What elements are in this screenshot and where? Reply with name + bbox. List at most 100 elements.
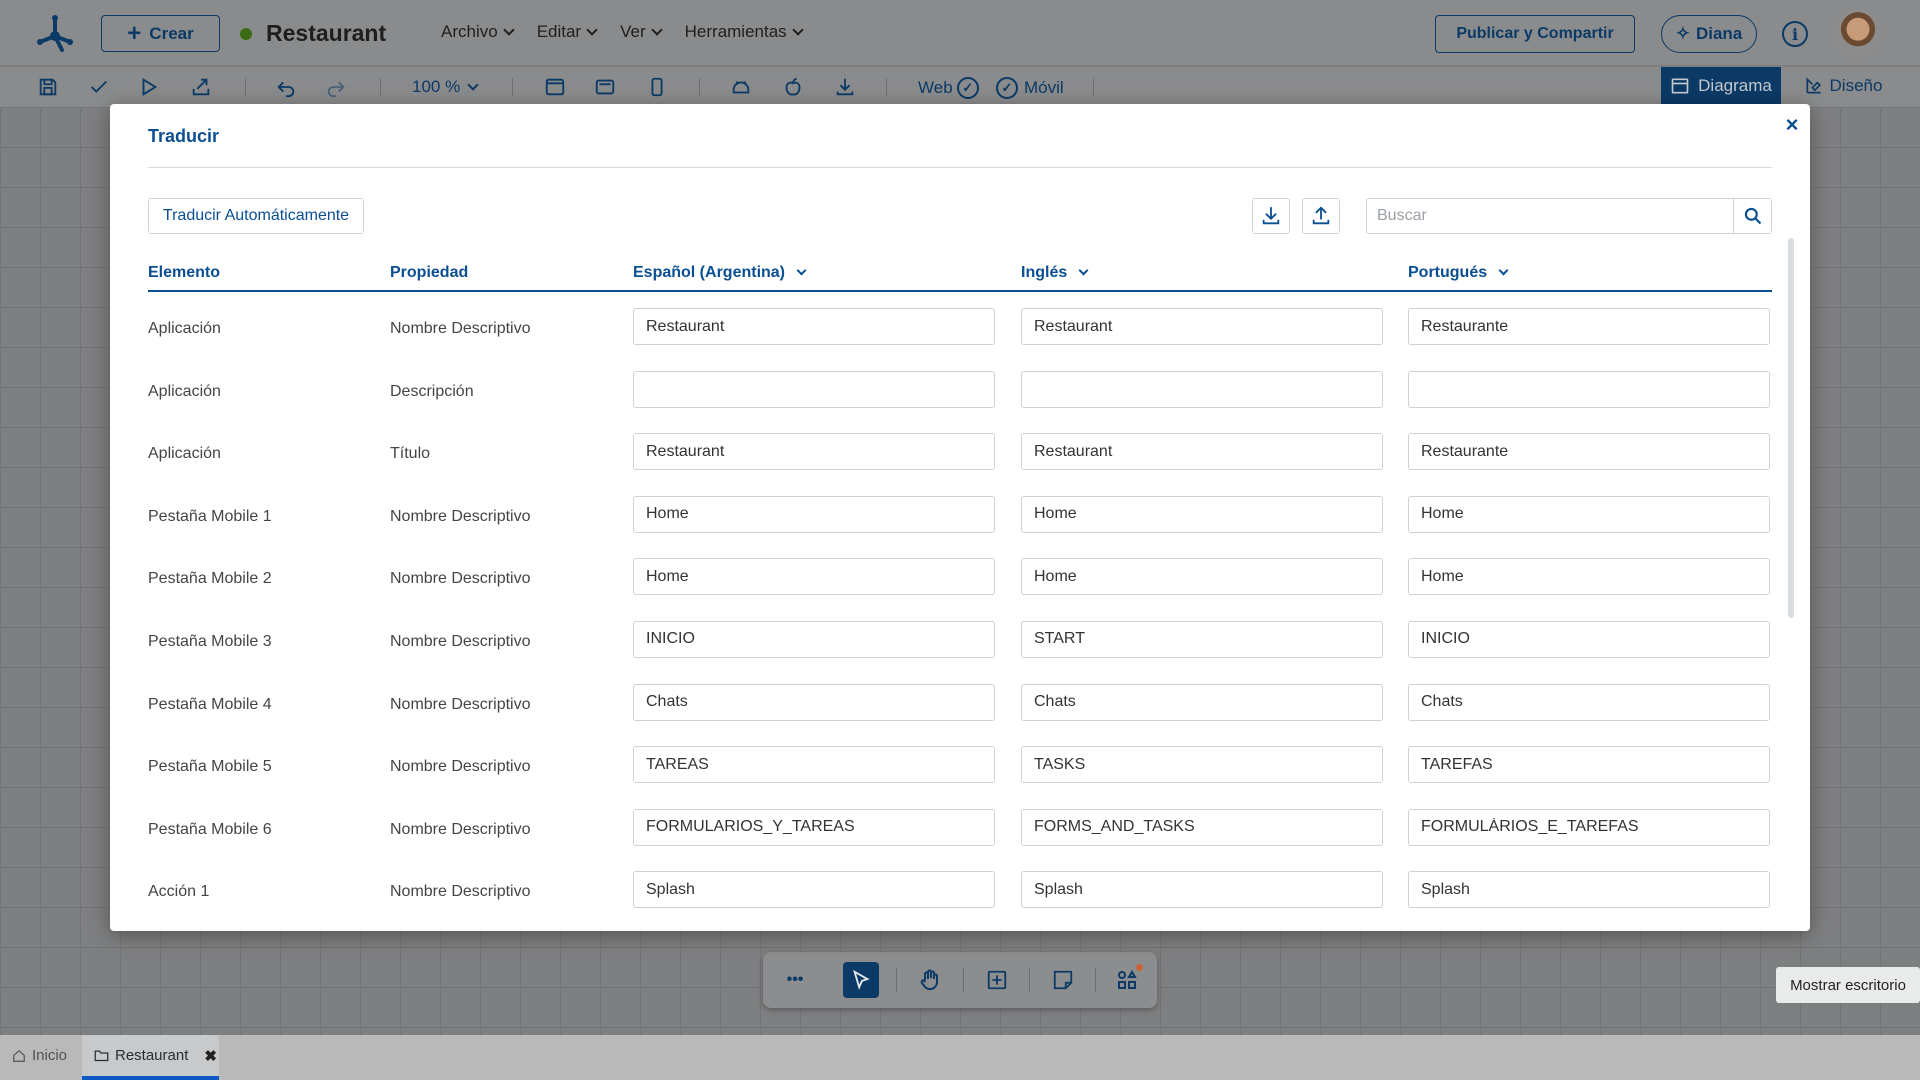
tablet-view-icon[interactable] [593,75,617,99]
english-translation-input[interactable] [1021,620,1383,658]
spanish-translation-input[interactable] [633,620,995,658]
create-button[interactable]: + Crear [101,15,220,52]
english-translation-input[interactable] [1021,308,1383,345]
export-icon[interactable] [189,75,213,99]
search-button[interactable] [1733,199,1771,233]
english-translation-input[interactable] [1021,871,1383,909]
chevron-down-icon [792,24,804,36]
validate-check-icon[interactable] [87,75,111,99]
select-pointer-icon[interactable] [843,962,879,998]
property-cell: Nombre Descriptivo [390,320,531,337]
english-translation-input[interactable] [1021,808,1383,846]
app-logo-icon[interactable] [34,12,76,54]
redo-icon[interactable] [324,75,348,99]
spanish-translation-input[interactable] [633,746,995,784]
spanish-translation-input[interactable] [633,808,995,846]
chevron-down-icon [796,265,807,276]
toolbar-divider [699,78,700,96]
english-translation-input[interactable] [1021,746,1383,784]
sticky-note-icon[interactable] [1045,962,1081,998]
import-download-button[interactable] [1252,198,1290,234]
property-cell: Descripción [390,382,474,400]
portuguese-translation-input[interactable] [1408,308,1770,345]
column-header-english[interactable]: Inglés [1021,264,1089,282]
auto-translate-button[interactable]: Traducir Automáticamente [148,198,364,234]
spanish-translation-input[interactable] [633,433,995,471]
column-header-element[interactable]: Elemento [148,264,220,282]
desktop-view-icon[interactable] [543,75,567,99]
portuguese-translation-input[interactable] [1408,620,1770,658]
english-translation-input[interactable] [1021,433,1383,471]
spanish-translation-input[interactable] [633,370,995,408]
column-header-spanish[interactable]: Español (Argentina) [633,264,807,282]
portuguese-translation-input[interactable] [1408,683,1770,721]
portuguese-translation-input[interactable] [1408,370,1770,408]
tab-inicio[interactable]: Inicio [12,1047,67,1064]
tab-restaurant-label: Restaurant [115,1047,189,1064]
undo-icon[interactable] [274,75,298,99]
english-translation-input[interactable] [1021,683,1383,721]
publish-share-button[interactable]: Publicar y Compartir [1435,15,1635,53]
chevron-down-icon [1078,265,1089,276]
element-cell: Aplicación [148,320,221,337]
portuguese-translation-input[interactable] [1408,433,1770,471]
user-avatar[interactable] [1834,10,1882,58]
zoom-select[interactable]: 100 % [412,77,479,97]
tab-diseno-label: Diseño [1829,75,1883,95]
search-input[interactable] [1367,199,1733,233]
chevron-down-icon [650,24,663,36]
info-icon[interactable]: i [1782,21,1808,47]
more-options-icon[interactable]: ••• [777,962,813,998]
menu-ver[interactable]: Ver [620,22,663,42]
menu-archivo[interactable]: Archivo [441,22,515,42]
portuguese-translation-input[interactable] [1408,808,1770,846]
export-upload-button[interactable] [1302,198,1340,234]
element-cell: Aplicación [148,382,221,400]
menu-editar[interactable]: Editar [536,22,598,42]
android-icon[interactable] [729,75,753,99]
mobile-platform-toggle[interactable]: ✓ Móvil [996,77,1064,99]
element-cell: Acción 1 [148,883,210,901]
tab-restaurant[interactable]: Restaurant ✖ [82,1035,219,1080]
save-icon[interactable] [36,75,60,99]
main-menu: Archivo Editar Ver Herramientas [441,22,804,42]
menu-herramientas-label: Herramientas [684,22,787,41]
portuguese-translation-input[interactable] [1408,746,1770,784]
hand-pan-icon[interactable] [912,962,948,998]
column-spanish-label: Español (Argentina) [633,264,786,281]
portuguese-translation-input[interactable] [1408,871,1770,909]
spanish-translation-input[interactable] [633,558,995,596]
portuguese-translation-input[interactable] [1408,558,1770,596]
english-translation-input[interactable] [1021,495,1383,533]
plus-icon: + [127,19,142,47]
dialog-scrollbar[interactable] [1788,238,1794,618]
download-icon [1262,206,1280,225]
spanish-translation-input[interactable] [633,683,995,721]
tab-diseno[interactable]: Diseño [1788,67,1898,104]
menu-herramientas[interactable]: Herramientas [684,22,804,42]
spanish-translation-input[interactable] [633,871,995,909]
add-element-icon[interactable] [979,962,1015,998]
table-row: Pestaña Mobile 3 Nombre Descriptivo [148,613,1772,676]
english-translation-input[interactable] [1021,558,1383,596]
web-platform-toggle[interactable]: Web ✓ [918,77,979,99]
close-icon[interactable]: × [1781,112,1803,137]
english-translation-input[interactable] [1021,370,1383,408]
tab-diagrama[interactable]: Diagrama [1661,67,1781,104]
spanish-translation-input[interactable] [633,308,995,345]
apple-icon[interactable] [781,75,805,99]
column-header-portuguese[interactable]: Portugués [1408,264,1509,282]
canvas-tools: ••• [763,952,1157,1008]
diana-assistant-button[interactable]: ✧ Diana [1661,15,1757,53]
play-icon[interactable] [137,75,161,99]
element-cell: Pestaña Mobile 3 [148,632,272,650]
spanish-translation-input[interactable] [633,495,995,533]
close-tab-icon[interactable]: ✖ [204,1047,217,1065]
mobile-view-icon[interactable] [645,75,669,99]
column-header-property[interactable]: Propiedad [390,264,468,282]
menu-editar-label: Editar [536,22,582,41]
components-icon[interactable] [1109,962,1145,998]
property-cell: Nombre Descriptivo [390,695,531,713]
portuguese-translation-input[interactable] [1408,495,1770,533]
download-icon[interactable] [833,75,857,99]
